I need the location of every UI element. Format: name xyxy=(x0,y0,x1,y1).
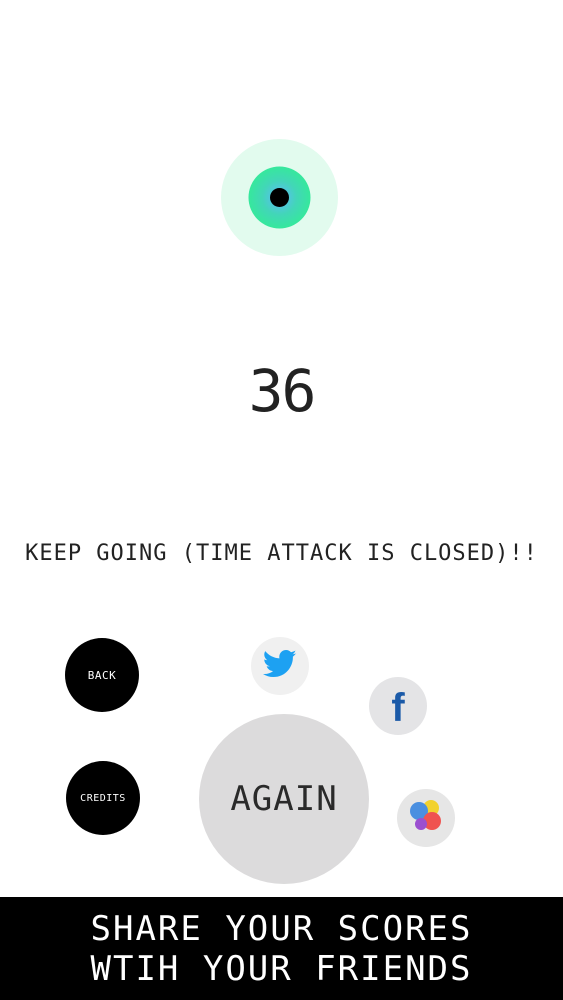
facebook-f-icon: f xyxy=(391,686,405,730)
game-center-button[interactable] xyxy=(397,789,455,847)
score-value: 36 xyxy=(248,357,317,425)
target-logo-icon xyxy=(221,139,338,256)
game-center-bubbles-icon xyxy=(406,796,446,840)
twitter-bird-icon xyxy=(262,649,297,683)
facebook-share-button[interactable]: f xyxy=(369,677,427,735)
twitter-share-button[interactable] xyxy=(251,637,309,695)
banner-line-2: WTIH YOUR FRIENDS xyxy=(90,948,473,989)
status-message: KEEP GOING (TIME ATTACK IS CLOSED)!! xyxy=(25,541,538,566)
banner-line-1: SHARE YOUR SCORES xyxy=(90,908,473,949)
back-button[interactable]: BACK xyxy=(65,638,139,712)
credits-button[interactable]: CREDITS xyxy=(66,761,140,835)
again-button[interactable]: AGAIN xyxy=(199,714,369,884)
share-scores-banner[interactable]: SHARE YOUR SCORES WTIH YOUR FRIENDS xyxy=(0,897,563,1000)
